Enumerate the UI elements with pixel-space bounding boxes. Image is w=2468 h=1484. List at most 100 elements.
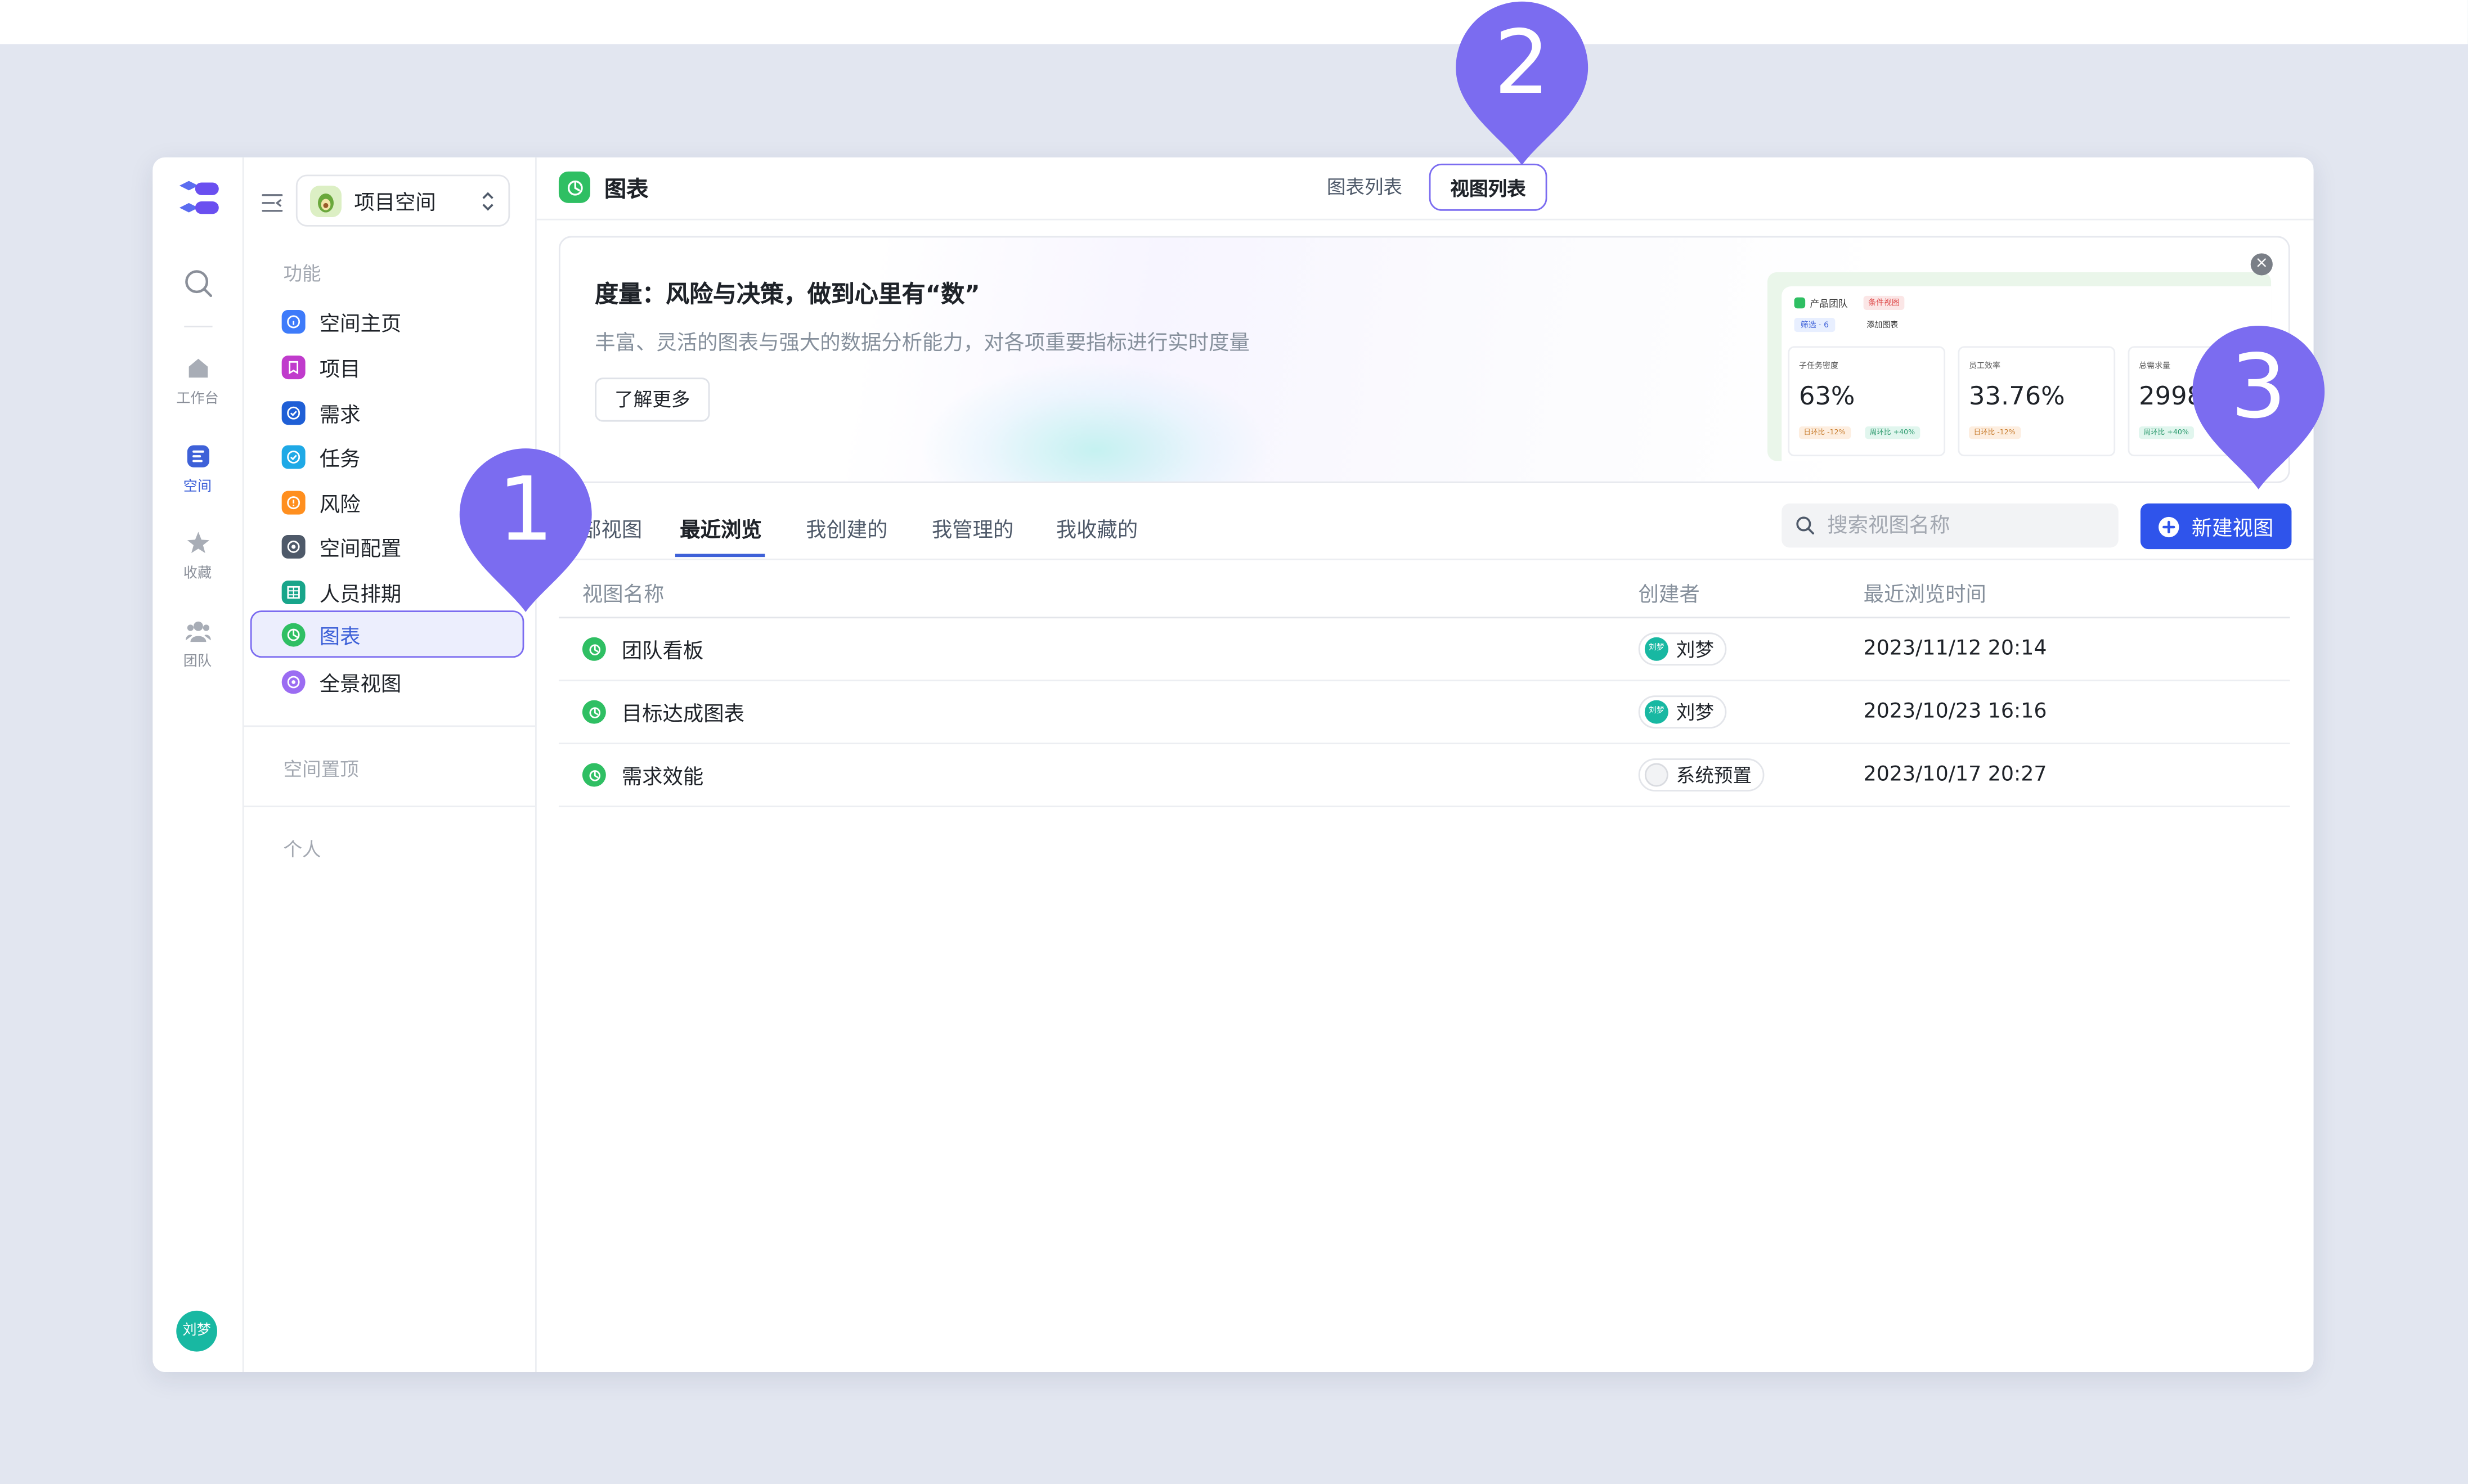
avocado-icon	[310, 185, 342, 217]
preview-pill: 周环比 +40%	[2139, 426, 2194, 439]
table-header: 视图名称 创建者 最近浏览时间	[558, 559, 2290, 619]
sidebar-item-label: 空间主页	[319, 312, 402, 336]
learn-more-button[interactable]: 了解更多	[595, 377, 710, 422]
icon-rail: 工作台 空间 收藏 团队 刘梦	[152, 157, 244, 1372]
preview-card-label: 总需求量	[2139, 362, 2171, 372]
creator-name: 刘梦	[1676, 638, 1714, 661]
tab-managed-by-me[interactable]: 我管理的	[932, 513, 1013, 543]
main-header: 图表 图表列表 视图列表	[536, 158, 2314, 221]
view-tabs: 部视图 最近浏览 我创建的 我管理的 我收藏的 新建视图	[536, 483, 2314, 560]
star-icon	[186, 532, 209, 554]
sidebar-item-label: 图表	[319, 625, 361, 649]
panorama-icon	[281, 669, 306, 694]
rail-item-workbench[interactable]: 工作台	[152, 356, 242, 407]
preview-pill: 日环比 -12%	[1798, 426, 1851, 439]
top-band	[0, 0, 2468, 44]
rail-item-space[interactable]: 空间	[152, 444, 242, 496]
team-icon	[185, 621, 210, 642]
creator-tag: 系统预置	[1638, 758, 1765, 792]
chart-icon	[1794, 297, 1806, 309]
preview-card: 子任务密度 63% 日环比 -12% 周环比 +40%	[1788, 346, 1946, 457]
main-content: 图表 图表列表 视图列表 度量：风险与决策，做到心里有“数” 丰富、灵活的图表与…	[536, 158, 2314, 1372]
row-name[interactable]: 目标达成图表	[622, 697, 744, 727]
sidebar-item-label: 人员排期	[319, 583, 402, 607]
app-logo-icon[interactable]	[174, 181, 222, 219]
rail-item-label: 空间	[183, 480, 212, 496]
views-table: 视图名称 创建者 最近浏览时间 团队看板 刘梦 刘梦 2023/11/12 20…	[558, 559, 2290, 807]
search-box	[1782, 503, 2119, 548]
banner-title: 度量：风险与决策，做到心里有“数”	[595, 280, 980, 309]
search-icon[interactable]	[182, 267, 214, 299]
banner-glow	[922, 363, 1269, 482]
row-name-cell: 目标达成图表	[582, 681, 744, 743]
sidebar-item-label: 空间配置	[319, 537, 402, 561]
chart-icon	[582, 700, 606, 724]
creator-tag: 刘梦 刘梦	[1638, 632, 1727, 666]
new-view-label: 新建视图	[2191, 518, 2274, 542]
tab-view-list[interactable]: 视图列表	[1429, 163, 1547, 211]
rail-divider	[184, 325, 213, 327]
row-name[interactable]: 需求效能	[622, 760, 703, 790]
sidebar-item-label: 任务	[319, 447, 361, 471]
sidebar-item-panorama[interactable]: 全景视图	[250, 658, 524, 705]
close-icon[interactable]: ×	[2250, 253, 2273, 276]
table-row[interactable]: 目标达成图表 刘梦 刘梦 2023/10/23 16:16	[558, 681, 2290, 744]
sidebar-item-requirements[interactable]: 需求	[250, 389, 524, 436]
settings-icon	[281, 534, 306, 558]
chart-icon	[582, 763, 606, 787]
section-title-function: 功能	[283, 263, 321, 285]
column-header-creator[interactable]: 创建者	[1639, 577, 1700, 608]
row-name[interactable]: 团队看板	[622, 634, 703, 664]
preview-card-label: 子任务密度	[1798, 362, 1838, 372]
calendar-grid-icon	[281, 579, 306, 604]
rail-item-label: 团队	[183, 654, 212, 671]
row-time-cell: 2023/10/23 16:16	[1863, 700, 2047, 724]
tab-favorited-by-me[interactable]: 我收藏的	[1056, 513, 1138, 543]
creator-tag: 刘梦 刘梦	[1638, 695, 1727, 729]
tab-chart-list[interactable]: 图表列表	[1309, 164, 1420, 211]
rail-item-favorites[interactable]: 收藏	[152, 530, 242, 582]
chevron-updown-icon	[482, 191, 493, 210]
bookmark-icon	[281, 354, 306, 379]
marker-number: 2	[1493, 12, 1550, 115]
preview-filter: 筛选 · 6	[1794, 317, 1836, 332]
sidebar-item-charts[interactable]: 图表	[250, 610, 524, 658]
collapse-sidebar-icon[interactable]	[261, 192, 283, 214]
section-title-personal[interactable]: 个人	[283, 835, 321, 862]
search-input[interactable]	[1824, 512, 2114, 539]
marker-number: 1	[497, 459, 554, 562]
column-header-time[interactable]: 最近浏览时间	[1864, 577, 1986, 608]
sidebar-item-label: 项目	[319, 358, 361, 382]
creator-name: 系统预置	[1676, 765, 1752, 787]
row-name-cell: 团队看板	[582, 618, 703, 680]
sidebar-item-label: 需求	[319, 403, 361, 428]
preview-pill: 周环比 +40%	[1865, 426, 1920, 439]
preview-add-chart: 添加图表	[1866, 321, 1899, 331]
sidebar-item-space-home[interactable]: 空间主页	[250, 298, 524, 345]
preview-header: 产品团队 条件视图	[1794, 295, 1905, 311]
rail-item-team[interactable]: 团队	[152, 618, 242, 671]
annotation-marker-3: 3	[2189, 324, 2328, 492]
sidebar-divider	[244, 725, 535, 727]
row-creator-cell: 刘梦 刘梦	[1638, 618, 1727, 680]
sidebar-item-project[interactable]: 项目	[250, 343, 524, 390]
tab-recent[interactable]: 最近浏览	[680, 513, 761, 543]
tab-created-by-me[interactable]: 我创建的	[806, 513, 887, 543]
row-creator-cell: 刘梦 刘梦	[1638, 681, 1727, 743]
table-row[interactable]: 团队看板 刘梦 刘梦 2023/11/12 20:14	[558, 618, 2290, 682]
new-view-button[interactable]: 新建视图	[2140, 503, 2292, 550]
user-avatar[interactable]: 刘梦	[176, 1310, 217, 1352]
section-title-pinned[interactable]: 空间置顶	[283, 756, 358, 783]
page-title: 图表	[604, 178, 649, 203]
table-row[interactable]: 需求效能 系统预置 2023/10/17 20:27	[558, 744, 2290, 807]
info-icon	[281, 309, 306, 333]
chart-icon	[582, 637, 606, 661]
task-check-icon	[281, 444, 306, 469]
preview-card-label: 员工效率	[1969, 362, 2001, 372]
row-name-cell: 需求效能	[582, 744, 703, 806]
space-icon	[186, 445, 209, 467]
app-window: 工作台 空间 收藏 团队 刘梦 项目空间 功能 空间主页 项目 需求 任务 风险…	[152, 157, 2314, 1372]
rail-item-label: 工作台	[176, 392, 219, 408]
space-selector[interactable]: 项目空间	[295, 174, 510, 227]
home-icon	[188, 358, 207, 378]
